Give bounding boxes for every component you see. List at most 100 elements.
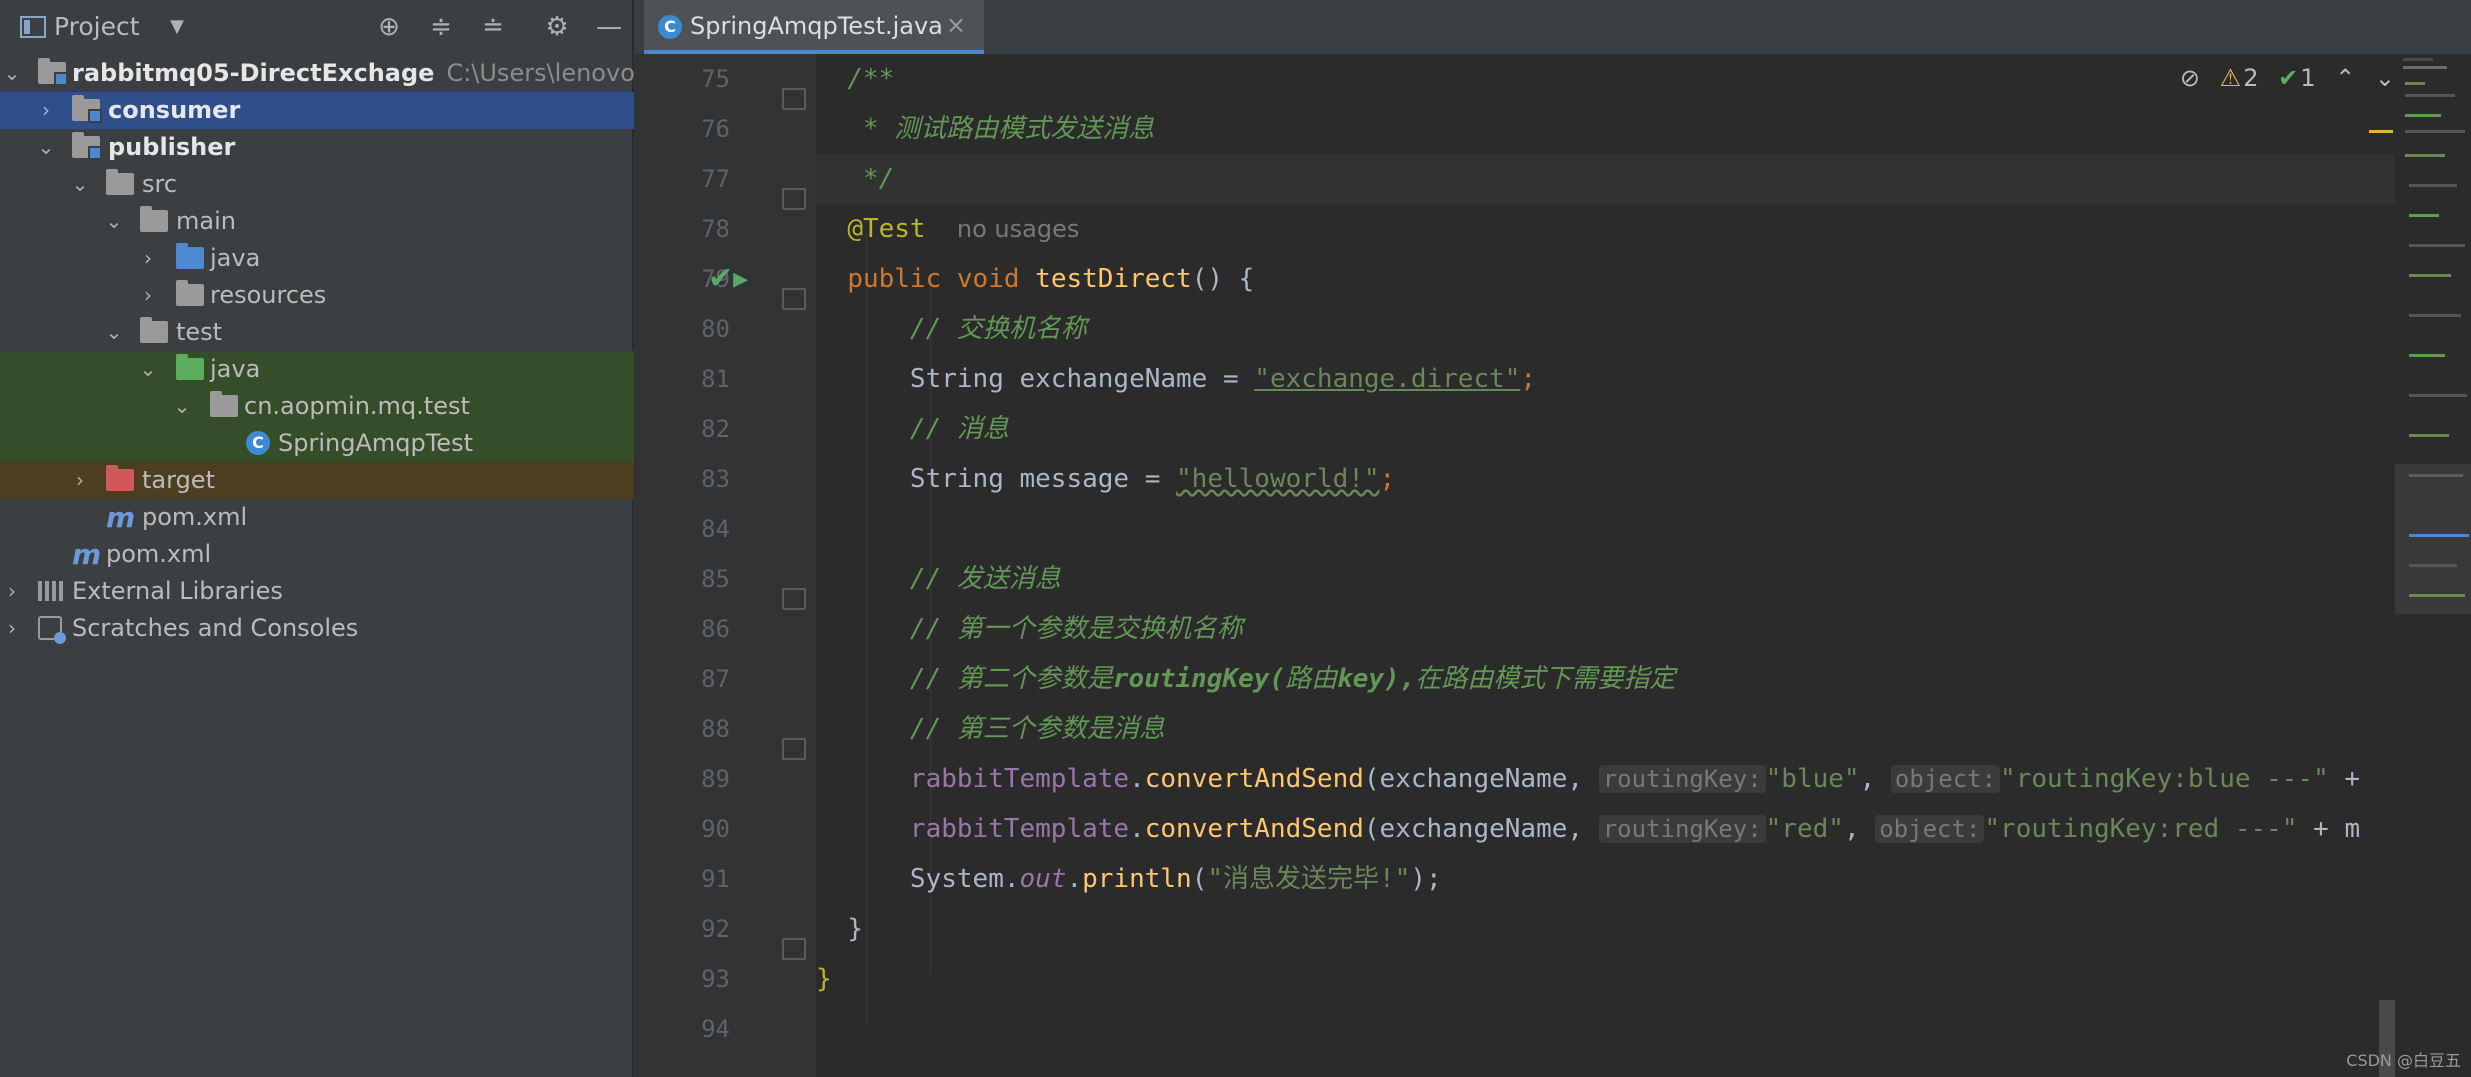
tree-item-scratches[interactable]: › Scratches and Consoles: [0, 610, 634, 647]
code-field: out: [1019, 864, 1067, 894]
line-number: 83: [701, 465, 730, 493]
line-number: 77: [701, 165, 730, 193]
code-keyword: public: [847, 264, 942, 294]
code-text: ;: [1379, 464, 1396, 494]
code-text: }: [816, 964, 832, 994]
line-number: 82: [701, 415, 730, 443]
line-number: 88: [701, 715, 730, 743]
module-folder-icon: [72, 132, 102, 160]
eye-off-icon[interactable]: ⊘: [2180, 64, 2200, 92]
code-annotation: @Test: [847, 214, 926, 244]
tab-springamqptest[interactable]: C SpringAmqpTest.java ×: [644, 0, 984, 54]
close-icon[interactable]: ×: [946, 11, 966, 39]
run-test-icon[interactable]: ✔▸: [708, 262, 748, 296]
maven-icon: m: [106, 501, 136, 534]
minimize-icon[interactable]: —: [592, 10, 626, 44]
project-title[interactable]: Project: [54, 12, 140, 41]
code-comment: /**: [847, 64, 895, 94]
chevron-down-icon[interactable]: ⌄: [34, 129, 58, 166]
fold-icon[interactable]: [782, 188, 806, 210]
tree-item-label: SpringAmqpTest: [278, 429, 473, 457]
fold-icon[interactable]: [782, 88, 806, 110]
tab-label: SpringAmqpTest.java: [690, 12, 943, 40]
module-folder-icon: [72, 95, 102, 123]
tree-item-external-libraries[interactable]: › External Libraries: [0, 573, 634, 610]
test-source-folder-icon: [176, 354, 204, 380]
excluded-folder-icon: [106, 465, 134, 491]
maven-icon: m: [72, 538, 102, 571]
tree-item-label: External Libraries: [72, 577, 283, 605]
package-icon: [210, 391, 238, 417]
chevron-down-icon[interactable]: ⌄: [68, 166, 92, 203]
tree-item-src[interactable]: ⌄ src: [0, 166, 634, 203]
chevron-right-icon[interactable]: ›: [0, 573, 24, 610]
code-text: + m: [2297, 814, 2361, 844]
fold-icon[interactable]: [782, 938, 806, 960]
tree-item-test[interactable]: ⌄ test: [0, 314, 634, 351]
code-line-86: // 第一个参数是交换机名称: [816, 604, 2456, 654]
source-folder-icon: [176, 243, 204, 269]
parameter-hint: routingKey:: [1598, 765, 1766, 793]
class-icon: C: [658, 15, 682, 39]
tree-item-resources[interactable]: › resources: [0, 277, 634, 314]
tree-item-main[interactable]: ⌄ main: [0, 203, 634, 240]
code-text: message =: [1003, 464, 1177, 494]
warning-icon[interactable]: ⚠: [2220, 64, 2242, 92]
tree-item-root-module[interactable]: ⌄ rabbitmq05-DirectExchage C:\Users\lenov…: [0, 55, 634, 92]
chevron-down-icon[interactable]: ⌄: [0, 55, 24, 92]
tree-item-test-java[interactable]: ⌄ java: [0, 351, 634, 388]
tree-item-springamqptest[interactable]: C SpringAmqpTest: [0, 425, 634, 462]
chevron-right-icon[interactable]: ›: [0, 610, 24, 647]
chevron-right-icon[interactable]: ›: [68, 462, 92, 499]
tree-item-label: Scratches and Consoles: [72, 614, 359, 642]
locate-icon[interactable]: ⊕: [372, 10, 406, 44]
chevron-right-icon[interactable]: ›: [136, 277, 160, 314]
collapse-all-icon[interactable]: ≐: [476, 10, 510, 44]
chevron-down-icon[interactable]: ⌄: [136, 351, 160, 388]
chevron-down-icon[interactable]: ▼: [160, 10, 194, 44]
chevron-right-icon[interactable]: ›: [34, 92, 58, 129]
inspection-widget[interactable]: ⊘ ⚠2 ✔1 ⌃ ⌄: [2168, 64, 2395, 100]
tree-item-package[interactable]: ⌄ cn.aopmin.mq.test: [0, 388, 634, 425]
code-comment: // 交换机名称: [909, 314, 1087, 344]
tree-item-target[interactable]: › target: [0, 462, 634, 499]
expand-all-icon[interactable]: ≑: [424, 10, 458, 44]
chevron-down-icon[interactable]: ⌄: [102, 314, 126, 351]
tree-item-consumer[interactable]: › consumer: [0, 92, 634, 129]
code-method: convertAndSend: [1144, 764, 1364, 794]
code-comment: // 发送消息: [909, 564, 1061, 594]
chevron-down-icon[interactable]: ⌄: [102, 203, 126, 240]
fold-icon[interactable]: [782, 288, 806, 310]
code-line-89: rabbitTemplate.convertAndSend(exchangeNa…: [909, 764, 2361, 794]
tree-item-main-java[interactable]: › java: [0, 240, 634, 277]
editor-tab-bar: C SpringAmqpTest.java ×: [634, 0, 2471, 55]
line-number: 92: [701, 915, 730, 943]
chevron-down-icon[interactable]: ⌄: [2375, 64, 2395, 92]
tree-item-publisher-pom[interactable]: m pom.xml: [0, 499, 634, 536]
code-string: "blue": [1765, 764, 1860, 794]
chevron-right-icon[interactable]: ›: [136, 240, 160, 277]
chevron-down-icon[interactable]: ⌄: [170, 388, 194, 425]
library-icon: [38, 581, 64, 601]
tree-item-label: java: [210, 355, 261, 383]
usages-hint[interactable]: no usages: [957, 215, 1079, 243]
code-editor[interactable]: 75 76 77 78 79 80 81 82 83 84 85 86 87 8…: [634, 54, 2471, 1077]
tree-item-label: cn.aopmin.mq.test: [244, 392, 470, 420]
tree-item-publisher[interactable]: ⌄ publisher: [0, 129, 634, 166]
tree-item-label: target: [142, 466, 215, 494]
code-line-92: }: [816, 904, 2456, 954]
fold-icon[interactable]: [782, 738, 806, 760]
line-number: 84: [701, 515, 730, 543]
line-number: 75: [701, 65, 730, 93]
gear-icon[interactable]: ⚙: [540, 10, 574, 44]
tree-item-root-pom[interactable]: m pom.xml: [0, 536, 634, 573]
editor-gutter: 75 76 77 78 79 80 81 82 83 84 85 86 87 8…: [634, 54, 816, 1077]
fold-icon[interactable]: [782, 588, 806, 610]
project-view-icon[interactable]: [20, 16, 46, 38]
code-string: "routingKey:red ---": [1984, 814, 2298, 844]
minimap[interactable]: [2369, 54, 2471, 1077]
chevron-up-icon[interactable]: ⌃: [2335, 64, 2355, 92]
project-header: Project ▼ ⊕ ≑ ≐ ⚙ —: [0, 0, 634, 54]
check-icon[interactable]: ✔: [2278, 64, 2298, 92]
